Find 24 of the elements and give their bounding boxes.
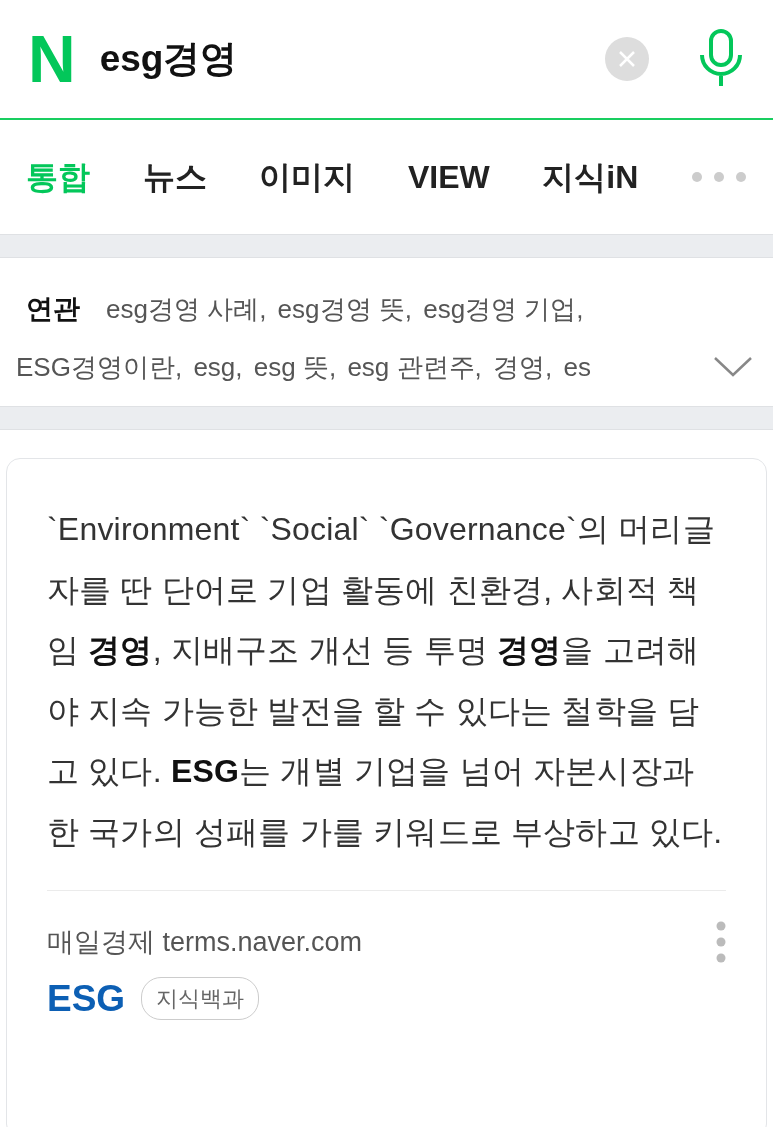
more-icon[interactable] (716, 921, 726, 963)
related-keyword[interactable]: esg 뜻, (253, 352, 337, 382)
more-icon[interactable] (691, 171, 747, 183)
microphone-icon[interactable] (697, 29, 745, 89)
related-keyword[interactable]: esg, (193, 352, 243, 382)
related-keyword[interactable]: 경영, (493, 352, 553, 382)
source-text[interactable]: 매일경제 terms.naver.com (47, 921, 363, 963)
tab[interactable]: 뉴스 (142, 153, 207, 201)
related-keyword[interactable]: esg경영 기업, (423, 294, 584, 324)
related-keyword[interactable]: esg경영 사례, (106, 294, 267, 324)
chevron-down-icon[interactable] (713, 356, 753, 378)
result-title[interactable]: ESG (47, 971, 126, 1027)
search-query[interactable]: esg경영 (99, 31, 581, 87)
result-description: `Environment` `Social` `Governance`의 머리글자를 딴 단어로 기업 활동에 친환경, 사회적 책임 경영, 지배구조 개선 등 투명 경영을 고려해야 지속 가능한 발전을 할 수 있다는 철학을 담고 있다. ESG는 개별 기업을 넘어 자본시장과 한 국가의 성패를 가를 키워드로 부상하고 있다. (47, 510, 724, 852)
tab[interactable]: 지식iN (542, 153, 639, 201)
category-tag: 지식백과 (141, 977, 260, 1021)
related-keyword[interactable]: es (563, 352, 591, 382)
clear-button[interactable] (605, 37, 649, 81)
related-keyword[interactable]: esg경영 뜻, (277, 294, 412, 324)
tab[interactable]: VIEW (407, 153, 490, 201)
related-keyword[interactable]: ESG경영이란, (16, 352, 183, 382)
close-icon (618, 50, 636, 68)
related-keyword[interactable]: esg 관련주, (347, 352, 482, 382)
tab[interactable]: 이미지 (259, 153, 356, 201)
